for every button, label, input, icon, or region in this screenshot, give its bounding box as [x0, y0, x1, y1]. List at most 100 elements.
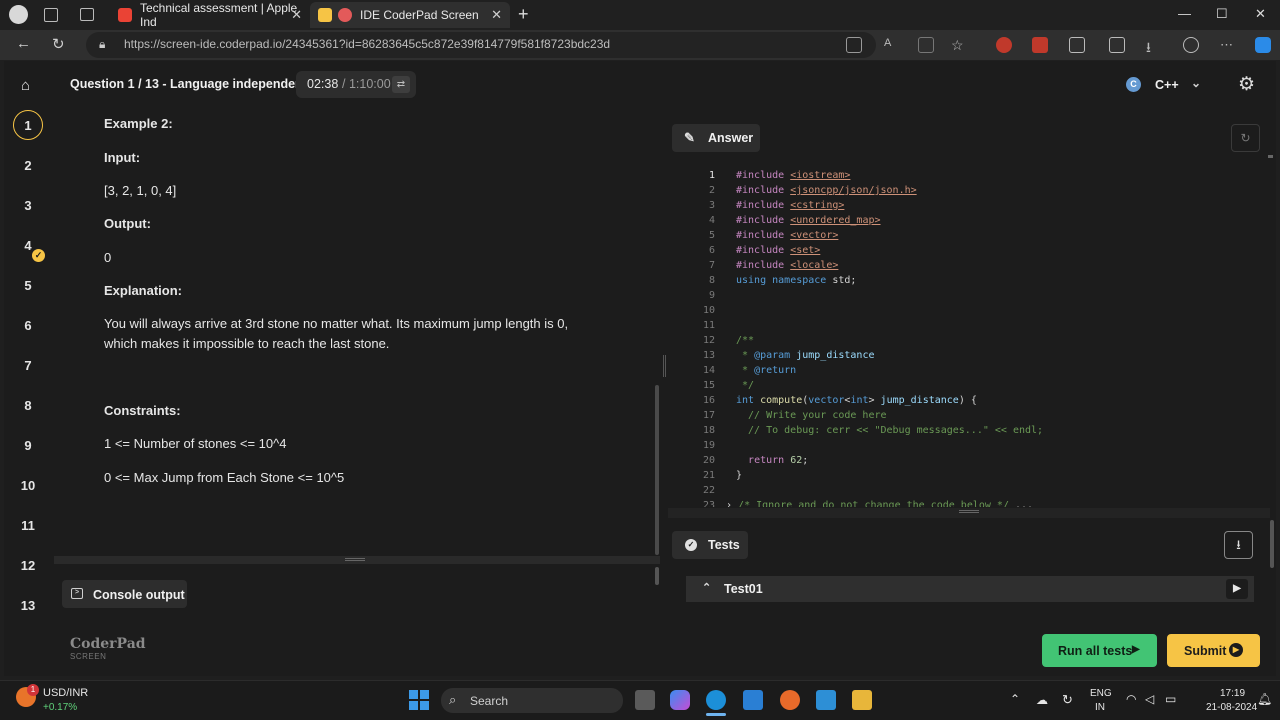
- editor-resize-handle[interactable]: [668, 508, 1270, 518]
- maximize-icon[interactable]: ☐: [1216, 6, 1228, 22]
- code-line[interactable]: #include <iostream>: [736, 170, 850, 181]
- code-line-folded[interactable]: › /* Ignore and do not change the code b…: [726, 500, 1033, 507]
- code-line[interactable]: /**: [736, 335, 754, 346]
- code-line[interactable]: // Write your code here: [736, 410, 886, 421]
- notifications-icon[interactable]: 🔔︎: [1257, 692, 1272, 706]
- refresh-icon[interactable]: ↻: [52, 35, 65, 53]
- code-editor[interactable]: 1 2 3 4 5 6 7 8 9 10 11 12 13 14 15 16 17 18 19 20 21 22 23 #i…: [670, 165, 1270, 507]
- new-tab-icon[interactable]: +: [518, 4, 529, 25]
- windows-icon[interactable]: [409, 690, 429, 710]
- question-scrollbar[interactable]: [655, 385, 659, 555]
- tab-coderpad[interactable]: IDE CoderPad Screen ✕: [310, 2, 510, 28]
- download-icon[interactable]: ⭳: [1146, 37, 1162, 55]
- lock-icon[interactable]: 🔒︎: [99, 37, 105, 52]
- question-nav-7[interactable]: 7: [13, 350, 43, 380]
- clock-date[interactable]: 21-08-2024: [1206, 702, 1257, 713]
- taskbar-search[interactable]: ⌕ Search: [441, 688, 623, 713]
- code-line[interactable]: #include <unordered_map>: [736, 215, 881, 226]
- reset-icon[interactable]: ↻: [1231, 124, 1260, 152]
- play-icon[interactable]: ▶: [1226, 579, 1248, 599]
- code-line[interactable]: return 62;: [736, 455, 808, 466]
- tests-tab[interactable]: ✓ Tests: [672, 531, 748, 559]
- task-view-icon[interactable]: [635, 690, 655, 710]
- tests-scrollbar[interactable]: [1270, 520, 1274, 568]
- wifi-icon[interactable]: ◠: [1126, 692, 1136, 706]
- vertical-resize-handle[interactable]: [663, 355, 666, 377]
- store-icon[interactable]: [743, 690, 763, 710]
- input-language[interactable]: ENG: [1090, 688, 1112, 699]
- question-nav-6[interactable]: 6: [13, 310, 43, 340]
- copilot-icon[interactable]: [1255, 37, 1271, 53]
- extensions-icon[interactable]: [1069, 37, 1085, 53]
- extension-icon[interactable]: [1032, 37, 1048, 53]
- question-nav-3[interactable]: 3: [13, 190, 43, 220]
- question-nav-1[interactable]: 1: [13, 110, 43, 140]
- question-nav-11[interactable]: 11: [13, 510, 43, 540]
- code-line[interactable]: * @return: [736, 365, 796, 376]
- profile-icon[interactable]: [9, 5, 28, 24]
- minimize-icon[interactable]: —: [1178, 6, 1191, 21]
- question-nav-8[interactable]: 8: [13, 390, 43, 420]
- run-all-tests-button[interactable]: Run all tests ▶: [1042, 634, 1157, 667]
- question-nav-12[interactable]: 12: [13, 550, 43, 580]
- copilot-taskbar-icon[interactable]: [670, 690, 690, 710]
- clock-time[interactable]: 17:19: [1220, 688, 1245, 699]
- close-window-icon[interactable]: ✕: [1255, 6, 1266, 22]
- panel-resize-handle[interactable]: [54, 556, 660, 564]
- close-tab-icon[interactable]: ✕: [291, 7, 302, 23]
- read-aloud-icon[interactable]: A: [884, 37, 900, 53]
- sync-icon[interactable]: ↻: [1062, 692, 1073, 708]
- submit-button[interactable]: Submit ▶: [1167, 634, 1260, 667]
- windows-icon-pane: [420, 701, 429, 710]
- more-icon[interactable]: ⋯: [1220, 37, 1236, 53]
- question-nav-10[interactable]: 10: [13, 470, 43, 500]
- code-line[interactable]: // To debug: cerr << "Debug messages..."…: [736, 425, 1043, 436]
- chevron-up-icon[interactable]: ⌃: [702, 581, 711, 594]
- console-scrollbar[interactable]: [655, 567, 659, 585]
- code-line[interactable]: */: [736, 380, 754, 391]
- firefox-icon[interactable]: [780, 690, 800, 710]
- tab-actions-icon[interactable]: [80, 8, 94, 21]
- code-line[interactable]: int compute(vector<int> jump_distance) {: [736, 395, 977, 406]
- battery-icon[interactable]: ▭: [1165, 692, 1176, 706]
- swap-icon[interactable]: ⇄: [392, 76, 410, 93]
- tab-technical-assessment[interactable]: Technical assessment | Apple Ind ✕: [110, 1, 310, 29]
- volume-icon[interactable]: ◁: [1145, 692, 1154, 706]
- question-nav-2[interactable]: 2: [13, 150, 43, 180]
- vscode-icon[interactable]: [816, 690, 836, 710]
- code-line[interactable]: #include <jsoncpp/json/json.h>: [736, 185, 917, 196]
- camera-icon[interactable]: [846, 37, 862, 53]
- gear-icon[interactable]: ⚙: [1238, 73, 1255, 96]
- editor-scrollbar[interactable]: [1268, 155, 1273, 158]
- close-tab-icon[interactable]: ✕: [491, 7, 502, 23]
- home-icon[interactable]: ⌂: [21, 77, 30, 94]
- back-icon[interactable]: ←: [16, 35, 31, 52]
- question-nav-5[interactable]: 5: [13, 270, 43, 300]
- code-line[interactable]: #include <locale>: [736, 260, 838, 271]
- download-tests-icon[interactable]: ⭳: [1224, 531, 1253, 559]
- extension-icon[interactable]: [996, 37, 1012, 53]
- code-line[interactable]: using namespace std;: [736, 275, 856, 286]
- console-output-tab[interactable]: > Console output: [62, 580, 187, 608]
- question-nav-9[interactable]: 9: [13, 430, 43, 460]
- app-available-icon[interactable]: [918, 37, 934, 53]
- browser-essentials-icon[interactable]: [1183, 37, 1199, 53]
- edge-icon[interactable]: [706, 690, 726, 710]
- chevron-up-icon[interactable]: ⌃: [1010, 692, 1020, 706]
- code-line[interactable]: * @param jump_distance: [736, 350, 874, 361]
- code-line[interactable]: #include <set>: [736, 245, 820, 256]
- workspaces-icon[interactable]: [44, 8, 58, 22]
- file-explorer-icon[interactable]: [852, 690, 872, 710]
- split-screen-icon[interactable]: [1109, 37, 1125, 53]
- code-line[interactable]: #include <vector>: [736, 230, 838, 241]
- answer-tab[interactable]: ✎ Answer: [672, 124, 760, 152]
- question-nav-13[interactable]: 13: [13, 590, 43, 620]
- code-line[interactable]: }: [736, 470, 742, 481]
- ticker-label[interactable]: USD/INR: [43, 687, 88, 699]
- favorite-icon[interactable]: ☆: [951, 37, 967, 53]
- cloud-icon[interactable]: ☁: [1036, 693, 1048, 707]
- language-select[interactable]: C C++ ⌄: [1116, 71, 1216, 99]
- code-line[interactable]: #include <cstring>: [736, 200, 844, 211]
- test-row[interactable]: ⌃ Test01 ▶: [686, 576, 1254, 602]
- url-text[interactable]: https://screen-ide.coderpad.io/24345361?…: [124, 37, 610, 51]
